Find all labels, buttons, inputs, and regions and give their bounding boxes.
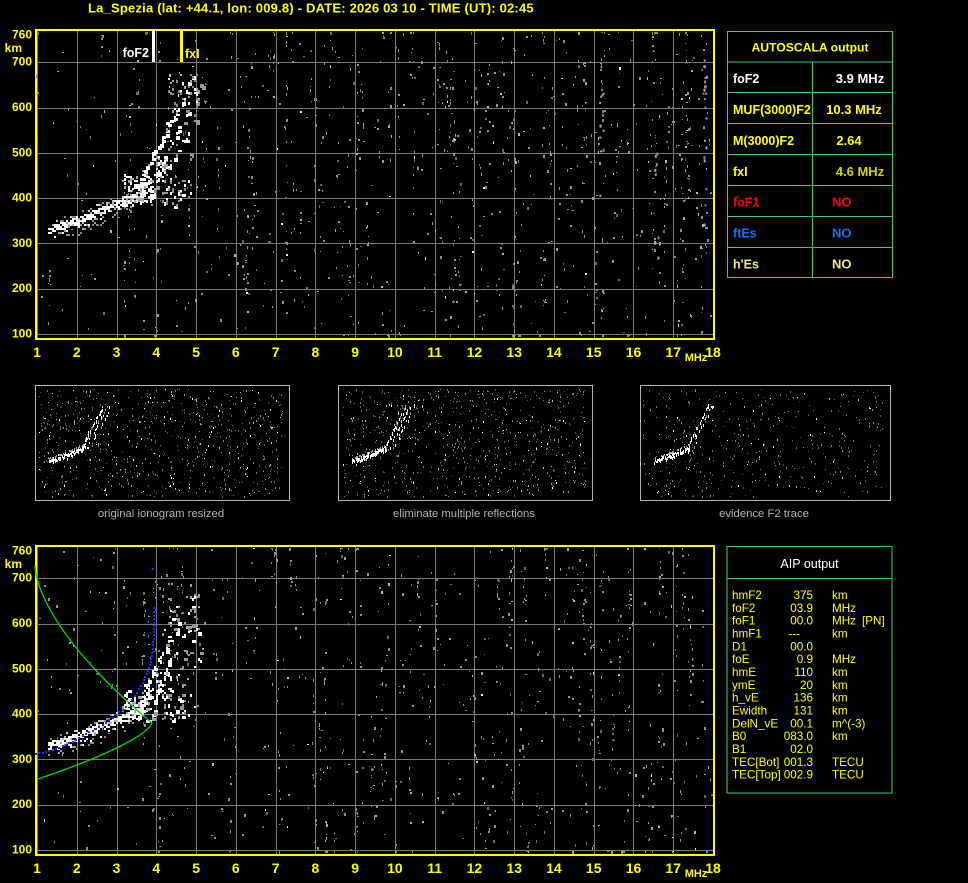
svg-text:foF2: foF2 bbox=[123, 46, 149, 60]
svg-text:15: 15 bbox=[586, 344, 602, 360]
svg-text:400: 400 bbox=[12, 191, 32, 205]
svg-text:14: 14 bbox=[546, 344, 562, 360]
svg-text:10: 10 bbox=[387, 344, 403, 360]
svg-text:La_Spezia (lat: +44.1, lon: 00: La_Spezia (lat: +44.1, lon: 009.8) - DAT… bbox=[88, 1, 534, 16]
svg-text:17: 17 bbox=[665, 344, 681, 360]
svg-text:5: 5 bbox=[192, 344, 200, 360]
svg-text:4.6 MHz: 4.6 MHz bbox=[836, 164, 885, 179]
svg-text:9: 9 bbox=[351, 344, 359, 360]
svg-text:760: 760 bbox=[12, 28, 32, 42]
svg-text:13: 13 bbox=[506, 344, 522, 360]
svg-text:MUF(3000)F2: MUF(3000)F2 bbox=[733, 103, 811, 117]
svg-text:100: 100 bbox=[12, 327, 32, 341]
svg-text:18: 18 bbox=[705, 344, 721, 360]
svg-text:fxI: fxI bbox=[185, 47, 200, 61]
svg-text:NO: NO bbox=[832, 226, 852, 241]
svg-text:AUTOSCALA output: AUTOSCALA output bbox=[751, 41, 868, 55]
svg-text:evidence F2 trace: evidence F2 trace bbox=[719, 508, 809, 520]
svg-text:300: 300 bbox=[12, 236, 32, 250]
svg-text:ftEs: ftEs bbox=[733, 227, 757, 241]
svg-text:8: 8 bbox=[312, 344, 320, 360]
svg-text:600: 600 bbox=[12, 100, 32, 114]
svg-text:12: 12 bbox=[467, 344, 483, 360]
svg-text:3.9 MHz: 3.9 MHz bbox=[836, 71, 885, 86]
svg-text:500: 500 bbox=[12, 145, 32, 159]
svg-text:original ionogram resized: original ionogram resized bbox=[98, 508, 224, 520]
svg-text:h'Es: h'Es bbox=[733, 258, 759, 272]
svg-text:16: 16 bbox=[626, 344, 642, 360]
svg-text:2: 2 bbox=[73, 344, 81, 360]
svg-text:11: 11 bbox=[427, 344, 442, 360]
svg-text:MHz: MHz bbox=[685, 352, 708, 364]
svg-text:foF1: foF1 bbox=[733, 196, 759, 210]
svg-text:700: 700 bbox=[12, 55, 32, 69]
svg-text:km: km bbox=[5, 41, 22, 55]
svg-text:eliminate multiple reflections: eliminate multiple reflections bbox=[393, 508, 535, 520]
svg-text:10.3 MHz: 10.3 MHz bbox=[826, 102, 882, 117]
svg-text:NO: NO bbox=[832, 195, 852, 210]
svg-text:200: 200 bbox=[12, 281, 32, 295]
svg-text:3: 3 bbox=[113, 344, 121, 360]
svg-text:fxI: fxI bbox=[733, 165, 748, 179]
svg-text:7: 7 bbox=[272, 344, 280, 360]
svg-text:2.64: 2.64 bbox=[836, 133, 862, 148]
svg-text:NO: NO bbox=[832, 257, 852, 272]
svg-text:1: 1 bbox=[33, 344, 41, 360]
svg-text:4: 4 bbox=[152, 344, 160, 360]
svg-text:6: 6 bbox=[232, 344, 240, 360]
svg-text:foF2: foF2 bbox=[733, 72, 759, 86]
svg-text:M(3000)F2: M(3000)F2 bbox=[733, 134, 794, 148]
